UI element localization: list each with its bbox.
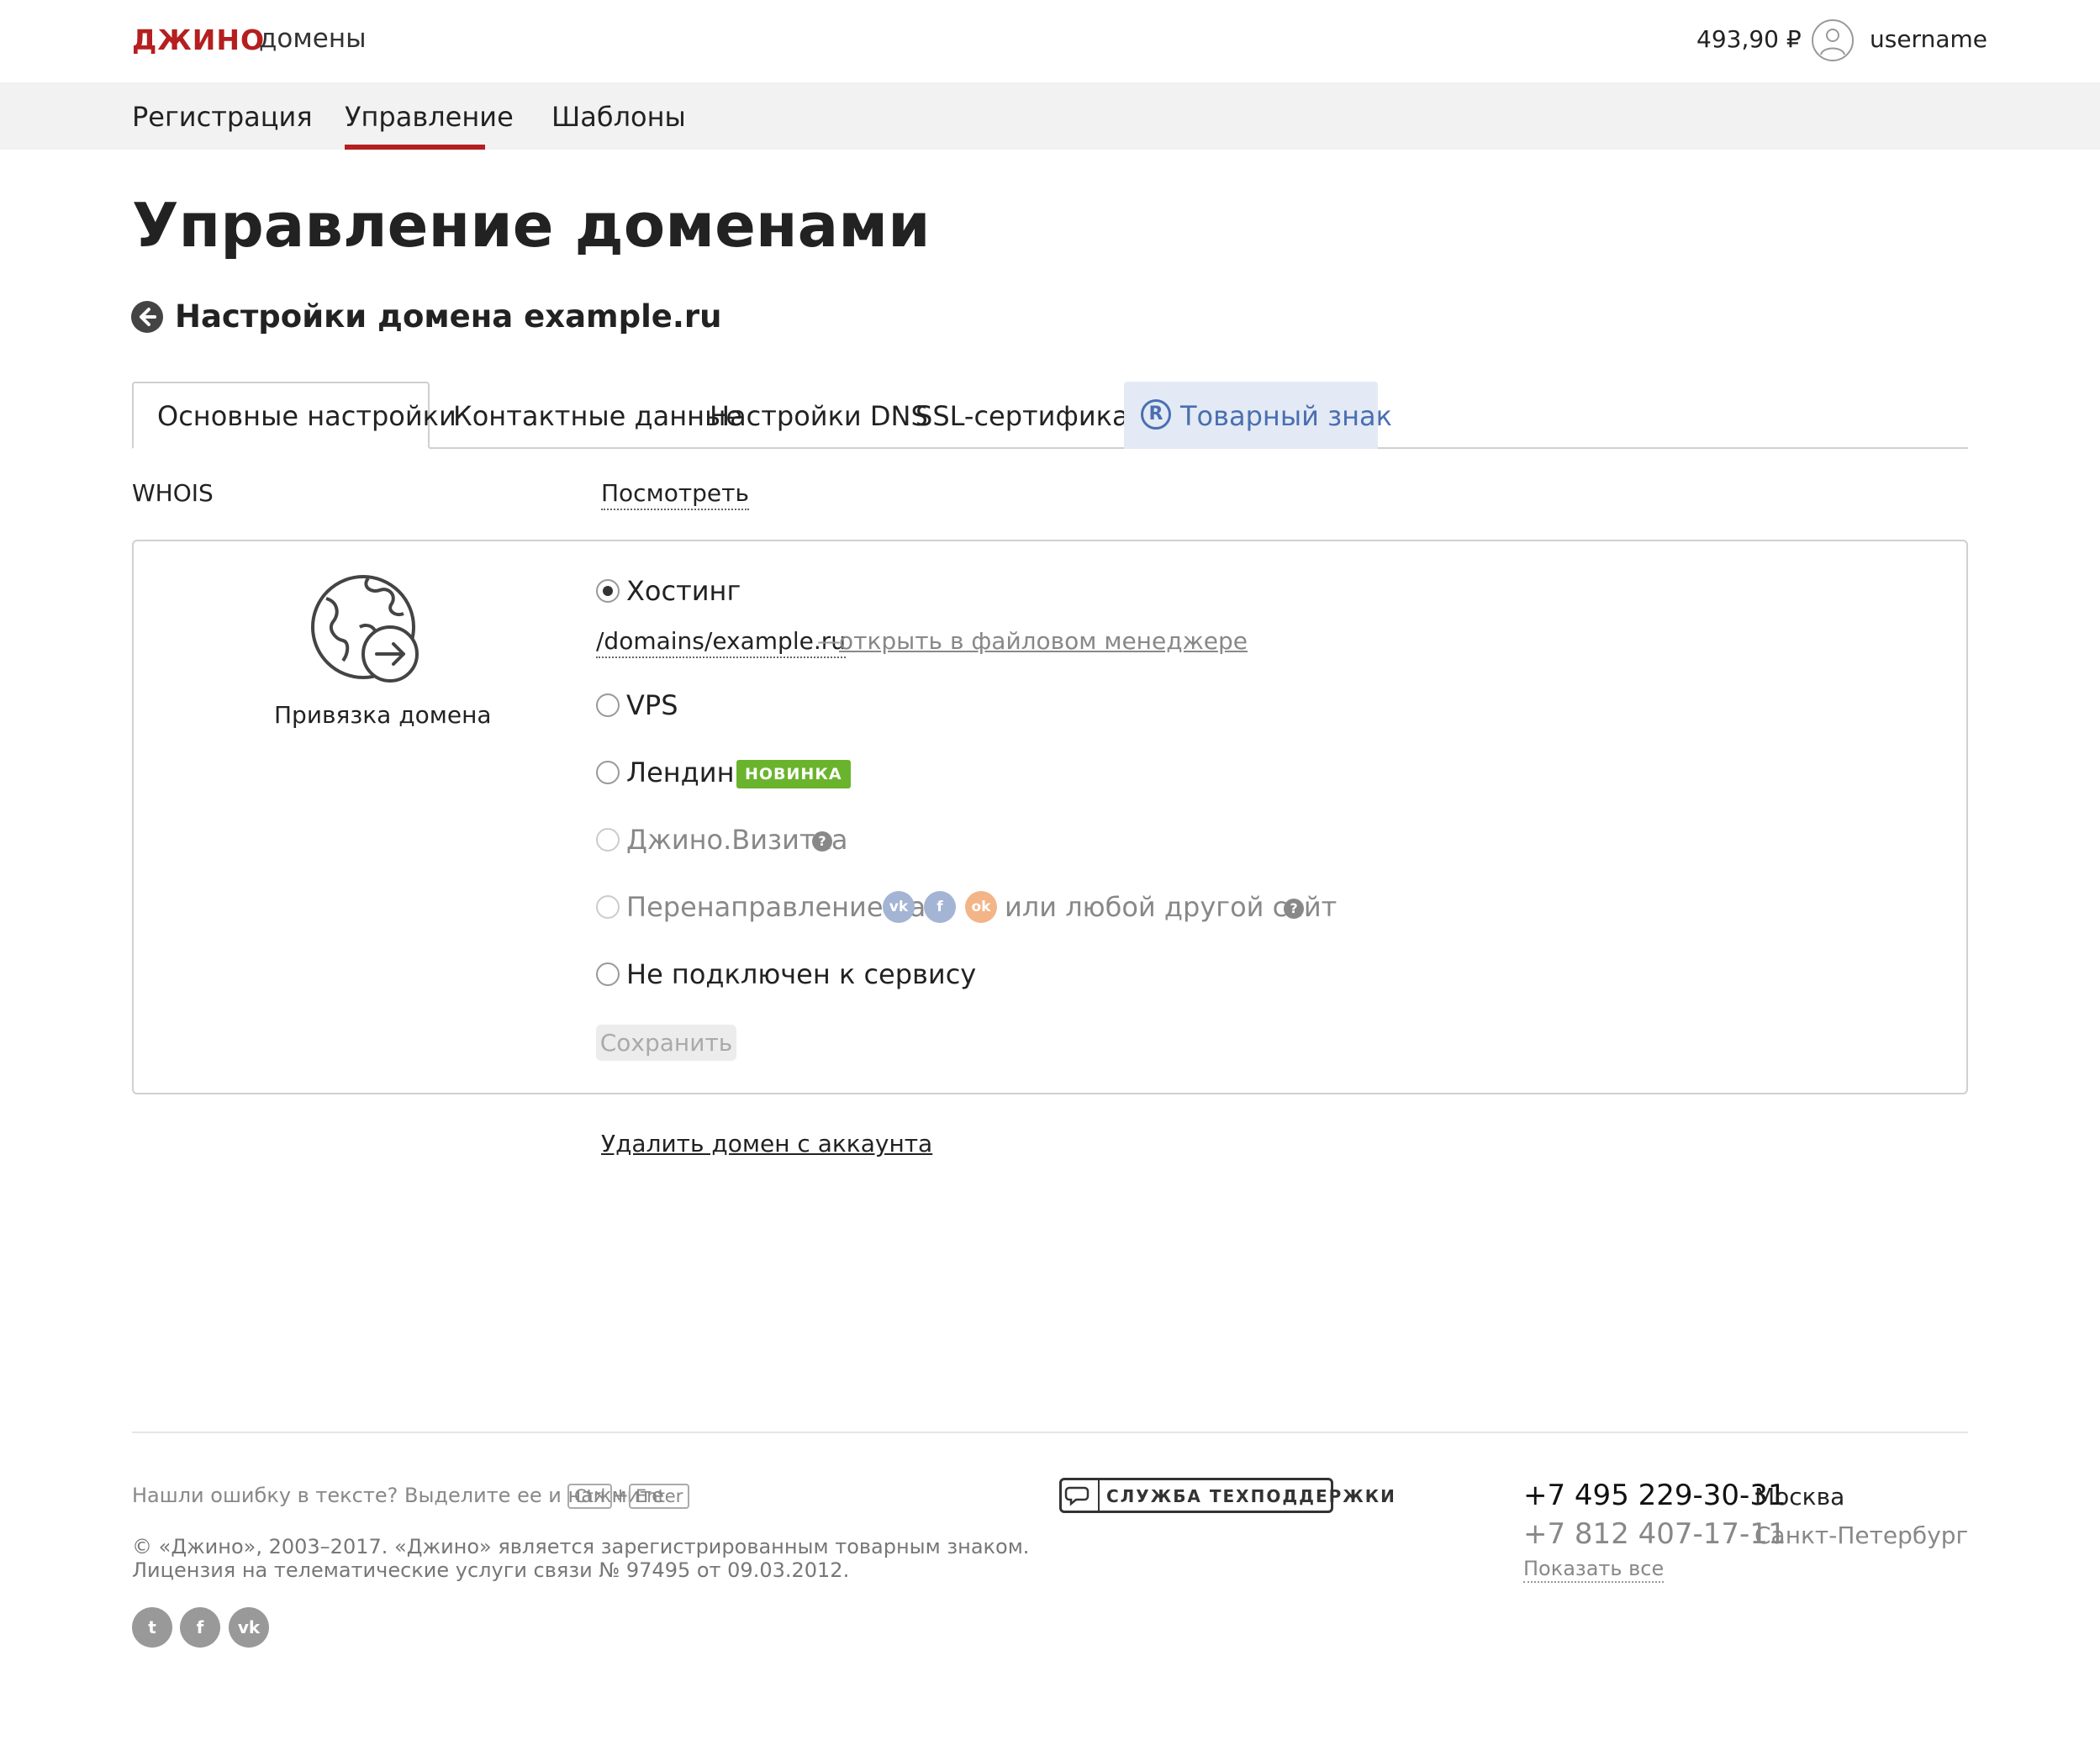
domain-binding-label: Привязка домена <box>274 701 492 729</box>
nav-item-registration[interactable]: Регистрация <box>132 101 313 133</box>
landing-option-label[interactable]: Лендинг <box>626 757 748 788</box>
path-separator: — <box>817 627 841 655</box>
phone-moscow[interactable]: +7 495 229-30-31 <box>1523 1479 1786 1512</box>
city-moscow: Москва <box>1754 1483 1845 1511</box>
hosting-radio[interactable] <box>596 579 620 603</box>
footer-divider <box>132 1432 1968 1433</box>
tab-dns-settings[interactable]: Настройки DNS <box>710 400 928 432</box>
phone-spb[interactable]: +7 812 407-17-11 <box>1523 1517 1786 1551</box>
chat-icon <box>1061 1479 1100 1511</box>
nav-item-management[interactable]: Управление <box>345 101 514 133</box>
domain-settings-title: Настройки домена example.ru <box>175 298 722 335</box>
vps-radio[interactable] <box>596 693 620 717</box>
support-button-label[interactable]: СЛУЖБА ТЕХПОДДЕРЖКИ <box>1106 1486 1396 1506</box>
redirect-option-label: Перенаправление на <box>626 891 926 923</box>
facebook-footer-icon[interactable]: f <box>180 1607 220 1648</box>
not-connected-radio[interactable] <box>596 962 620 986</box>
vk-footer-icon[interactable]: vk <box>229 1607 269 1648</box>
logo[interactable]: ДЖИНО <box>132 24 265 56</box>
tab-trademark-label[interactable]: Товарный знак <box>1180 400 1392 432</box>
redirect-radio[interactable] <box>596 895 620 919</box>
avatar[interactable] <box>1812 19 1854 61</box>
nav-item-templates[interactable]: Шаблоны <box>551 101 686 133</box>
vizitka-radio[interactable] <box>596 828 620 852</box>
license-text: Лицензия на телематические услуги связи … <box>132 1558 850 1582</box>
globe-arrow-icon <box>309 573 422 686</box>
vps-option-label[interactable]: VPS <box>626 689 678 721</box>
key-plus: + <box>612 1484 630 1507</box>
username[interactable]: username <box>1870 25 1987 53</box>
page-title: Управление доменами <box>132 190 931 261</box>
hosting-path[interactable]: /domains/example.ru <box>596 627 846 658</box>
main-nav <box>0 82 2100 150</box>
registered-icon: R <box>1141 399 1171 430</box>
copyright-text: © «Джино», 2003–2017. «Джино» является з… <box>132 1535 1030 1558</box>
new-badge: НОВИНКА <box>736 760 851 788</box>
twitter-icon[interactable]: t <box>132 1607 172 1648</box>
logo-subtitle: домены <box>259 24 367 54</box>
landing-radio[interactable] <box>596 761 620 784</box>
hosting-option-label[interactable]: Хостинг <box>626 575 741 607</box>
tab-ssl-certificate[interactable]: SSL-сертификат <box>915 400 1144 432</box>
odnoklassniki-icon: ok <box>965 891 997 923</box>
save-button[interactable]: Сохранить <box>596 1025 736 1061</box>
tab-contact-data[interactable]: Контактные данные <box>453 400 742 432</box>
whois-view-link[interactable]: Посмотреть <box>601 479 749 510</box>
tab-main-settings-label[interactable]: Основные настройки <box>157 400 456 432</box>
vk-icon: vk <box>883 891 915 923</box>
nav-active-indicator <box>345 145 485 150</box>
not-connected-option-label[interactable]: Не подключен к сервису <box>626 958 976 990</box>
facebook-icon: f <box>924 891 956 923</box>
enter-key: Enter <box>629 1484 690 1509</box>
account-balance[interactable]: 493,90 ₽ <box>1696 25 1802 53</box>
show-all-phones-link[interactable]: Показать все <box>1523 1557 1665 1583</box>
city-spb: Санкт-Петербург <box>1754 1521 1969 1549</box>
back-arrow-icon[interactable] <box>131 301 163 333</box>
open-file-manager-link[interactable]: открыть в файловом менеджере <box>839 627 1248 655</box>
vizitka-help-icon[interactable]: ? <box>812 831 832 852</box>
redirect-help-icon[interactable]: ? <box>1284 899 1304 919</box>
delete-domain-link[interactable]: Удалить домен с аккаунта <box>601 1130 932 1157</box>
whois-label: WHOIS <box>132 479 214 507</box>
user-icon <box>1820 29 1845 55</box>
ctrl-key: Ctrl <box>567 1484 613 1509</box>
